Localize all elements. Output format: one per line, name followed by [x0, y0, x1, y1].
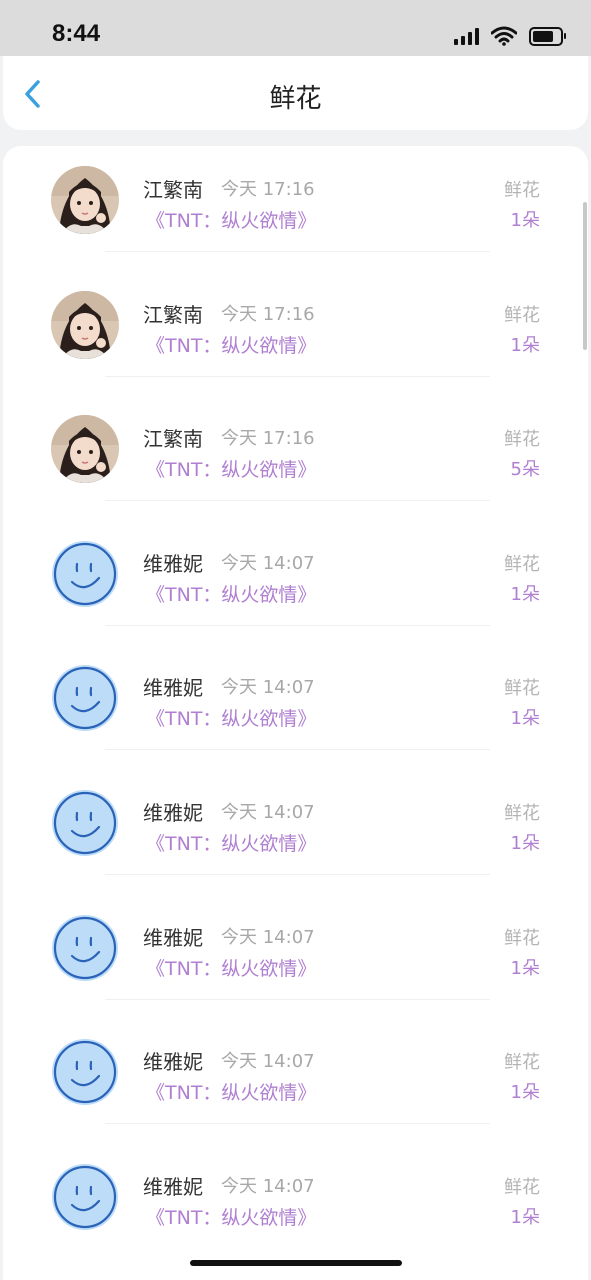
gift-time: 今天 14:07: [221, 552, 315, 574]
avatar[interactable]: [51, 914, 119, 982]
user-name[interactable]: 维雅妮: [143, 548, 203, 577]
status-time: 8:44: [52, 20, 101, 47]
book-title[interactable]: 《TNT：纵火欲情》: [146, 580, 316, 607]
user-name[interactable]: 维雅妮: [143, 797, 203, 826]
gift-type-label: 鲜花: [504, 1176, 540, 1198]
gift-type-label: 鲜花: [504, 304, 540, 326]
gift-count: 1朵: [510, 1206, 540, 1228]
book-title[interactable]: 《TNT：纵火欲情》: [146, 1203, 316, 1230]
gift-time: 今天 14:07: [221, 802, 315, 823]
cellular-signal-icon: [454, 27, 479, 45]
gift-time: 今天 14:07: [221, 926, 315, 948]
gift-record-list: 江繁南 今天 17:16 《TNT：纵火欲情》 鲜花 1朵 江繁南 今天 17:…: [3, 146, 588, 1280]
gift-time: 今天 14:07: [221, 677, 315, 699]
list-item[interactable]: 维雅妮 今天 14:07 《TNT：纵火欲情》 鲜花 1朵: [3, 644, 588, 768]
scrollbar[interactable]: [583, 202, 587, 350]
home-indicator: [190, 1260, 402, 1266]
list-item[interactable]: 维雅妮 今天 14:07 《TNT：纵火欲情》 鲜花 1朵: [3, 1018, 588, 1142]
row-divider: [105, 251, 490, 252]
gift-time: 今天 17:16: [221, 303, 315, 325]
book-title[interactable]: 《TNT：纵火欲情》: [146, 455, 316, 482]
book-title[interactable]: 《TNT：纵火欲情》: [146, 1078, 316, 1105]
gift-time: 今天 14:07: [221, 1051, 315, 1073]
book-title[interactable]: 《TNT：纵火欲情》: [146, 331, 316, 358]
gift-count: 1朵: [510, 708, 540, 730]
row-divider: [105, 500, 490, 502]
gift-count: 1朵: [510, 1082, 540, 1104]
gift-time: 今天 17:16: [221, 428, 315, 450]
gift-count: 1朵: [510, 957, 540, 979]
row-divider: [105, 749, 490, 751]
row-divider: [105, 1123, 490, 1125]
avatar[interactable]: [51, 290, 119, 359]
user-name[interactable]: 江繁南: [143, 423, 203, 452]
list-item[interactable]: 维雅妮 今天 14:07 《TNT：纵火欲情》 鲜花 1朵: [3, 769, 588, 893]
gift-count: 5朵: [510, 459, 540, 481]
book-title[interactable]: 《TNT：纵火欲情》: [146, 829, 316, 856]
book-title[interactable]: 《TNT：纵火欲情》: [146, 704, 316, 731]
gift-type-label: 鲜花: [504, 553, 540, 575]
gift-type-label: 鲜花: [504, 927, 540, 949]
list-item[interactable]: 维雅妮 今天 14:07 《TNT：纵火欲情》 鲜花 1朵: [3, 1143, 588, 1267]
avatar[interactable]: [51, 1163, 119, 1231]
wifi-icon: [491, 26, 517, 46]
status-bar: 8:44: [0, 0, 591, 56]
user-name[interactable]: 维雅妮: [143, 1046, 203, 1075]
user-name[interactable]: 维雅妮: [143, 1171, 203, 1200]
gift-count: 1朵: [510, 210, 540, 231]
row-divider: [105, 998, 490, 1000]
navigation-bar: 鲜花: [3, 56, 588, 130]
gift-time: 今天 14:07: [221, 1175, 315, 1197]
row-divider: [105, 624, 490, 626]
row-divider: [105, 375, 490, 377]
user-name[interactable]: 维雅妮: [143, 922, 203, 951]
row-divider: [105, 874, 490, 875]
user-name[interactable]: 江繁南: [143, 299, 203, 328]
book-title[interactable]: 《TNT：纵火欲情》: [146, 206, 316, 233]
user-name[interactable]: 维雅妮: [143, 672, 203, 701]
gift-type-label: 鲜花: [504, 1052, 540, 1074]
page-title: 鲜花: [269, 84, 322, 114]
gift-time: 今天 17:16: [221, 179, 315, 200]
list-item[interactable]: 江繁南 今天 17:16 《TNT：纵火欲情》 鲜花 1朵: [3, 146, 588, 270]
avatar[interactable]: [51, 789, 119, 857]
user-name[interactable]: 江繁南: [143, 174, 203, 203]
battery-icon: [529, 26, 566, 46]
list-item[interactable]: 维雅妮 今天 14:07 《TNT：纵火欲情》 鲜花 1朵: [3, 894, 588, 1018]
list-item[interactable]: 维雅妮 今天 14:07 《TNT：纵火欲情》 鲜花 1朵: [3, 520, 588, 644]
list-item[interactable]: 江繁南 今天 17:16 《TNT：纵火欲情》 鲜花 5朵: [3, 395, 588, 519]
gift-type-label: 鲜花: [504, 180, 540, 201]
avatar[interactable]: [51, 1038, 119, 1106]
book-title[interactable]: 《TNT：纵火欲情》: [146, 954, 316, 981]
gift-type-label: 鲜花: [504, 678, 540, 700]
avatar[interactable]: [51, 540, 119, 608]
gift-count: 1朵: [510, 583, 540, 605]
list-item[interactable]: 江繁南 今天 17:16 《TNT：纵火欲情》 鲜花 1朵: [3, 271, 588, 395]
gift-count: 1朵: [510, 334, 540, 356]
avatar[interactable]: [51, 166, 119, 234]
avatar[interactable]: [51, 415, 119, 484]
gift-type-label: 鲜花: [504, 429, 540, 451]
status-icons: [454, 26, 566, 46]
gift-type-label: 鲜花: [504, 803, 540, 824]
avatar[interactable]: [51, 664, 119, 732]
gift-count: 1朵: [510, 833, 540, 854]
